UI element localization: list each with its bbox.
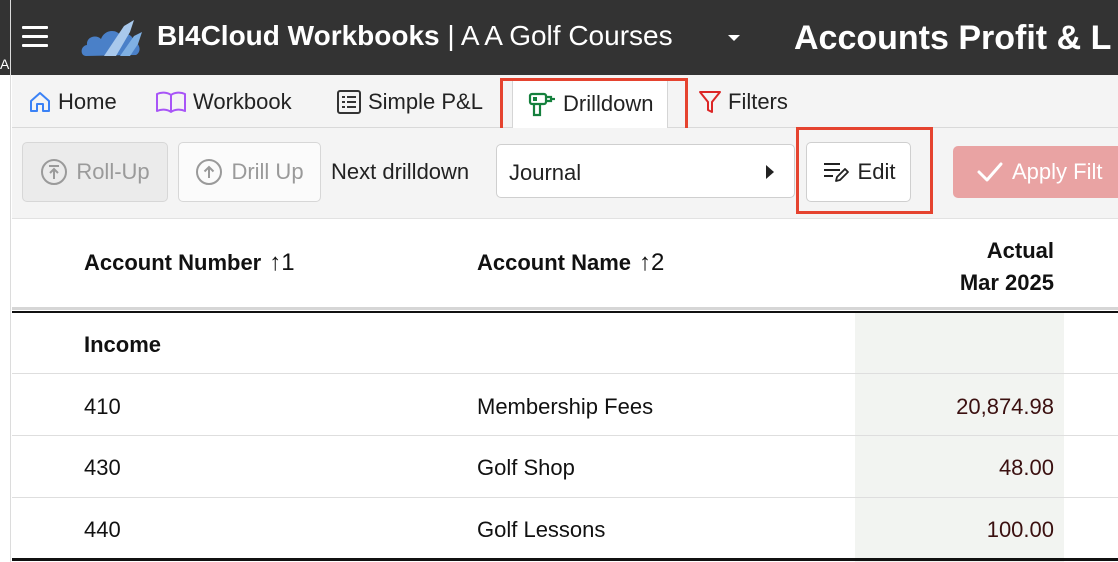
pl-table: Account Number ↑1 Account Name ↑2 Actual M… [12,218,1118,562]
sort-ascending-icon: ↑ [639,249,652,276]
account-number-cell: 440 [84,517,121,542]
next-drilldown-value: Journal [509,160,582,185]
row-divider [12,497,1118,498]
tab-workbook[interactable]: Workbook [155,75,292,128]
app-name: BI4Cloud Workbooks [157,20,440,51]
tab-drilldown-label: Drilldown [563,90,654,116]
select-caret-right-icon [766,165,774,179]
checkmark-icon [977,162,1003,182]
account-number-sort-order: 1 [281,249,295,276]
account-name-sort-order: 2 [651,249,665,276]
apply-filters-button[interactable]: Apply Filt [953,146,1118,198]
header-divider [12,307,1118,310]
drill-up-label: Drill Up [231,159,304,184]
book-icon [156,91,186,113]
edit-button[interactable]: Edit [806,142,911,202]
filter-icon [699,90,721,113]
left-border [10,0,11,562]
tab-filters[interactable]: Filters [698,75,788,128]
column-header-account-number[interactable]: Account Number ↑1 [84,249,295,277]
hamburger-menu-icon[interactable] [22,26,48,48]
drill-up-button[interactable]: Drill Up [178,142,321,202]
title-separator: | [439,20,461,51]
section-label-income: Income [84,332,162,357]
account-number-cell: 430 [84,455,121,480]
drill-up-icon [196,159,223,185]
cloud-logo-icon [81,20,142,56]
tab-bar: Home Workbook Simple P&L Drilldown Filte… [12,75,1118,128]
tab-filters-label: Filters [728,88,788,114]
app-header: BI4Cloud Workbooks | A A Golf Courses Ac… [0,0,1118,75]
actual-header-period: Mar 2025 [959,270,1054,295]
next-drilldown-label: Next drilldown [331,159,470,184]
list-icon [337,89,361,114]
company-name: A A Golf Courses [460,20,673,51]
tab-home[interactable]: Home [28,75,117,128]
home-icon [30,91,50,112]
tab-simple-pl-label: Simple P&L [368,88,483,114]
roll-up-label: Roll-Up [76,159,150,184]
actual-amount-cell[interactable]: 100.00 [987,517,1054,543]
roll-up-icon [41,159,68,185]
drilldown-toolbar: Roll-Up Drill Up Next drilldown Journal … [12,128,1118,218]
actual-amount-cell[interactable]: 48.00 [999,455,1054,481]
edit-list-icon [823,163,849,182]
tab-drilldown[interactable]: Drilldown [512,79,669,128]
row-divider [12,373,1118,374]
drill-icon [528,92,555,116]
edit-label: Edit [857,159,896,184]
left-edge-fragment: A [0,56,10,72]
report-title: Accounts Profit & L [794,19,1112,57]
table-bottom-rule [12,558,1118,561]
account-number-cell: 410 [84,394,121,419]
column-header-account-name[interactable]: Account Name ↑2 [477,249,664,277]
account-name-cell: Golf Shop [477,455,575,480]
company-dropdown-caret-icon[interactable] [724,28,744,48]
account-name-header-label: Account Name [477,250,632,275]
tab-workbook-label: Workbook [193,88,292,114]
row-divider [12,435,1118,436]
account-name-cell: Membership Fees [477,394,654,419]
app-title: BI4Cloud Workbooks | A A Golf Courses [157,20,673,52]
tab-simple-pl[interactable]: Simple P&L [336,75,483,128]
account-number-header-label: Account Number [84,250,262,275]
actual-header-line1: Actual [986,238,1054,263]
roll-up-button[interactable]: Roll-Up [22,142,168,202]
apply-filters-label: Apply Filt [1012,159,1103,184]
sort-ascending-icon: ↑ [269,249,282,276]
next-drilldown-select[interactable]: Journal [496,144,795,198]
account-name-cell: Golf Lessons [477,517,606,542]
column-header-actual[interactable]: Actual Mar 2025 [960,235,1054,299]
tab-home-label: Home [58,88,117,114]
header-divider-dark [12,311,1118,313]
actual-amount-cell[interactable]: 20,874.98 [956,394,1054,420]
